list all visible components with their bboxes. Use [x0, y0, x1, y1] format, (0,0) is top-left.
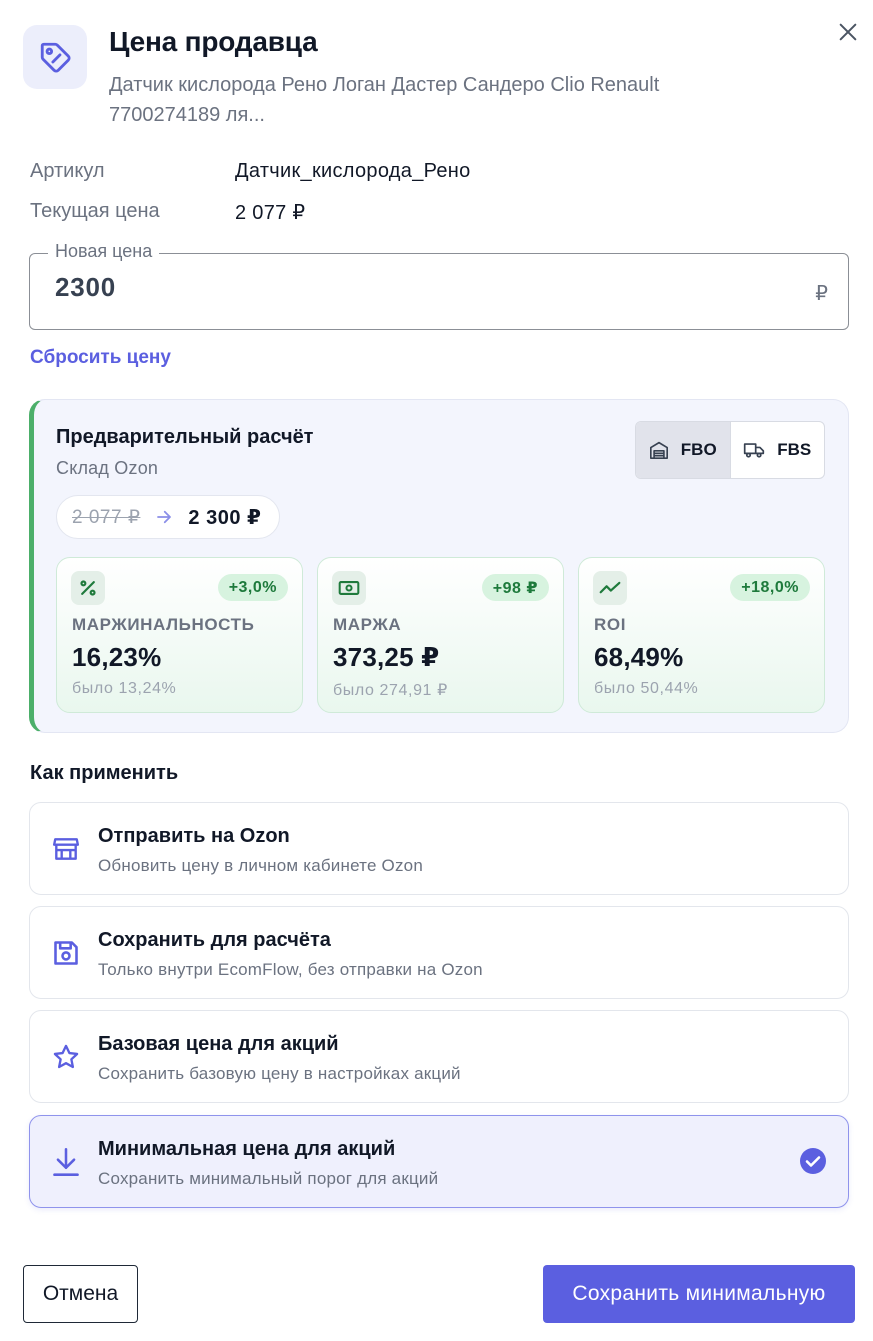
- trending-up-icon: [593, 571, 627, 605]
- check-circle-icon: [800, 1148, 826, 1174]
- apply-section-title: Как применить: [30, 762, 179, 784]
- price-change-pill: 2 077 ₽ 2 300 ₽: [56, 495, 281, 539]
- reset-price-link[interactable]: Сбросить цену: [30, 347, 171, 369]
- warehouse-label: Склад Ozon: [56, 458, 159, 478]
- fulfillment-toggle: FBO FBS: [635, 421, 825, 479]
- new-price-field[interactable]: Новая цена ₽: [29, 241, 849, 330]
- option-description: Только внутри EcomFlow, без отправки на …: [98, 960, 483, 979]
- toggle-fbs-label: FBS: [777, 440, 812, 459]
- close-icon[interactable]: [837, 21, 859, 43]
- new-price: 2 300 ₽: [188, 506, 262, 529]
- metric-previous: было 50,44%: [594, 680, 699, 697]
- option-save-for-calculation[interactable]: Сохранить для расчёта Только внутри Ecom…: [29, 906, 849, 999]
- product-name: Датчик кислорода Рено Логан Дастер Санде…: [109, 74, 660, 126]
- currency-symbol: ₽: [815, 283, 828, 305]
- arrow-right-icon: [157, 510, 172, 524]
- preliminary-calculation-card: Предварительный расчёт Склад Ozon FBO FB…: [29, 399, 849, 733]
- metric-label: МАРЖА: [333, 615, 402, 634]
- warehouse-icon: [649, 441, 668, 459]
- price-tag-icon: [23, 25, 87, 89]
- save-minimum-button[interactable]: Сохранить минимальную: [543, 1265, 855, 1323]
- dialog-title: Цена продавца: [109, 26, 318, 57]
- metric-card-marginality: +3,0% МАРЖИНАЛЬНОСТЬ 16,23% было 13,24%: [56, 557, 303, 713]
- calc-title: Предварительный расчёт: [56, 426, 314, 448]
- option-description: Сохранить минимальный порог для акций: [98, 1169, 439, 1188]
- download-icon: [50, 1146, 82, 1178]
- current-price-label: Текущая цена: [30, 200, 160, 222]
- metric-delta-badge: +3,0%: [217, 574, 288, 601]
- close-button[interactable]: [832, 16, 864, 48]
- metric-previous: было 274,91 ₽: [333, 682, 448, 699]
- truck-icon: [744, 443, 765, 458]
- option-send-to-ozon[interactable]: Отправить на Ozon Обновить цену в личном…: [29, 802, 849, 895]
- sku-value: Датчик_кислорода_Рено: [235, 160, 471, 182]
- percent-icon: [71, 571, 105, 605]
- sku-label: Артикул: [30, 160, 105, 182]
- toggle-fbo[interactable]: FBO: [636, 422, 731, 478]
- option-title: Минимальная цена для акций: [98, 1138, 396, 1160]
- option-title: Базовая цена для акций: [98, 1033, 339, 1055]
- metric-previous: было 13,24%: [72, 680, 177, 697]
- current-price-value: 2 077 ₽: [235, 202, 306, 224]
- metric-value: 68,49%: [594, 642, 684, 672]
- star-icon: [50, 1041, 82, 1073]
- option-title: Сохранить для расчёта: [98, 929, 331, 951]
- option-description: Сохранить базовую цену в настройках акци…: [98, 1064, 461, 1083]
- metric-card-roi: +18,0% ROI 68,49% было 50,44%: [578, 557, 825, 713]
- metric-card-margin: +98 ₽ МАРЖА 373,25 ₽ было 274,91 ₽: [317, 557, 564, 713]
- new-price-input[interactable]: [55, 272, 775, 303]
- option-title: Отправить на Ozon: [98, 825, 290, 847]
- metric-delta-badge: +18,0%: [730, 574, 810, 601]
- option-min-promo-price[interactable]: Минимальная цена для акций Сохранить мин…: [29, 1115, 849, 1208]
- toggle-fbs[interactable]: FBS: [731, 422, 825, 478]
- metric-delta-badge: +98 ₽: [481, 574, 549, 601]
- old-price: 2 077 ₽: [72, 506, 141, 528]
- metric-label: ROI: [594, 615, 627, 634]
- new-price-label: Новая цена: [48, 241, 160, 262]
- save-icon: [50, 937, 82, 969]
- toggle-fbo-label: FBO: [680, 440, 717, 459]
- option-description: Обновить цену в личном кабинете Ozon: [98, 856, 423, 875]
- metric-value: 16,23%: [72, 642, 162, 672]
- metric-label: МАРЖИНАЛЬНОСТЬ: [72, 615, 255, 634]
- money-icon: [332, 571, 366, 605]
- cancel-button[interactable]: Отмена: [23, 1265, 138, 1323]
- metric-value: 373,25 ₽: [333, 642, 440, 672]
- store-icon: [50, 833, 82, 865]
- option-base-promo-price[interactable]: Базовая цена для акций Сохранить базовую…: [29, 1010, 849, 1103]
